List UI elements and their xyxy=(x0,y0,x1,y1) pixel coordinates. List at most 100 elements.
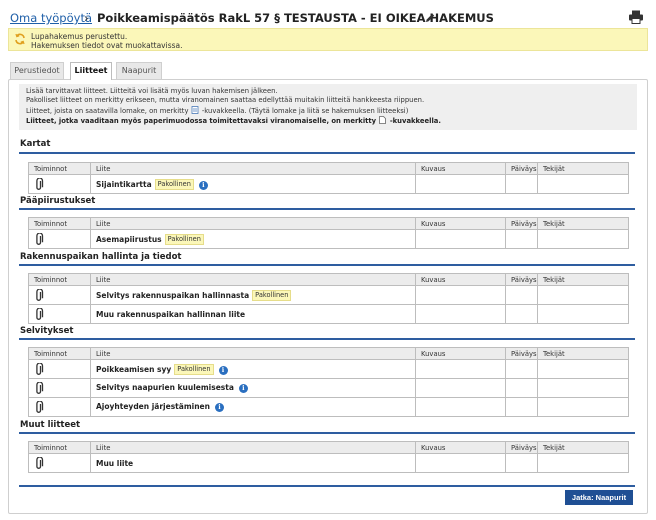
col-header-date: Päiväys xyxy=(505,273,538,286)
col-header-description: Kuvaus xyxy=(415,273,506,286)
attachment-name[interactable]: Poikkeamisen syy xyxy=(96,365,171,374)
info-icon[interactable]: i xyxy=(214,403,224,412)
attachment-name[interactable]: Ajoyhteyden järjestäminen xyxy=(96,402,210,411)
required-badge: Pakollinen xyxy=(164,233,204,245)
breadcrumb-separator: › xyxy=(84,11,89,25)
attachment-cell: Ajoyhteyden järjestäminen i xyxy=(90,397,416,417)
col-header-actions: Toiminnot xyxy=(28,217,91,230)
section-divider xyxy=(19,152,635,154)
col-header-attachment: Liite xyxy=(90,273,416,286)
date-cell xyxy=(505,229,538,249)
attachments-table-paapiirustukset: Toiminnot Liite Kuvaus Päiväys Tekijät A… xyxy=(28,217,629,249)
attachment-name[interactable]: Muu rakennuspaikan hallinnan liite xyxy=(96,310,245,319)
col-header-date: Päiväys xyxy=(505,347,538,360)
instruction-line-1: Lisää tarvittavat liitteet. Liitteitä vo… xyxy=(26,87,278,95)
tab-liitteet[interactable]: Liitteet xyxy=(70,62,112,80)
col-header-date: Päiväys xyxy=(505,162,538,175)
paperclip-icon[interactable] xyxy=(34,381,44,395)
col-header-author: Tekijät xyxy=(537,162,629,175)
attachments-table-kartat: Toiminnot Liite Kuvaus Päiväys Tekijät S… xyxy=(28,162,629,194)
date-cell xyxy=(505,397,538,417)
section-divider xyxy=(19,432,635,434)
attachment-name[interactable]: Muu liite xyxy=(96,459,133,468)
author-cell xyxy=(537,174,629,194)
attachment-name[interactable]: Asemapiirustus xyxy=(96,235,162,244)
col-header-actions: Toiminnot xyxy=(28,347,91,360)
attachments-table-muut: Toiminnot Liite Kuvaus Päiväys Tekijät M… xyxy=(28,441,629,473)
tab-perustiedot[interactable]: Perustiedot xyxy=(10,62,64,79)
page-header: Oma työpöytä › Poikkeamispäätös RakL 57 … xyxy=(10,8,646,28)
table-header-row: Toiminnot Liite Kuvaus Päiväys Tekijät xyxy=(28,273,629,286)
refresh-icon xyxy=(15,33,25,45)
tab-naapurit[interactable]: Naapurit xyxy=(116,62,162,79)
instructions-box: Lisää tarvittavat liitteet. Liitteitä vo… xyxy=(19,84,637,130)
table-row: Poikkeamisen syy Pakollinen i xyxy=(28,359,629,379)
instruction-line-2: Pakolliset liitteet on merkitty erikseen… xyxy=(26,96,425,105)
col-header-attachment: Liite xyxy=(90,162,416,175)
col-header-description: Kuvaus xyxy=(415,347,506,360)
section-title-paapiirustukset: Pääpiirustukset xyxy=(20,196,96,206)
paperclip-icon[interactable] xyxy=(34,362,44,376)
col-header-attachment: Liite xyxy=(90,441,416,454)
author-cell xyxy=(537,453,629,473)
table-header-row: Toiminnot Liite Kuvaus Päiväys Tekijät xyxy=(28,347,629,360)
col-header-author: Tekijät xyxy=(537,441,629,454)
table-row: Muu rakennuspaikan hallinnan liite xyxy=(28,304,629,324)
col-header-date: Päiväys xyxy=(505,217,538,230)
description-cell xyxy=(415,359,506,379)
author-cell xyxy=(537,304,629,324)
attachments-table-selvitykset: Toiminnot Liite Kuvaus Päiväys Tekijät P… xyxy=(28,347,629,417)
paperclip-icon[interactable] xyxy=(34,400,44,414)
table-row: Ajoyhteyden järjestäminen i xyxy=(28,397,629,417)
required-badge: Pakollinen xyxy=(154,178,194,190)
author-cell xyxy=(537,397,629,417)
attachment-cell: Poikkeamisen syy Pakollinen i xyxy=(90,359,416,379)
attachment-cell: Muu rakennuspaikan hallinnan liite xyxy=(90,304,416,324)
date-cell xyxy=(505,285,538,305)
col-header-actions: Toiminnot xyxy=(28,162,91,175)
paperclip-icon[interactable] xyxy=(34,177,44,191)
col-header-actions: Toiminnot xyxy=(28,441,91,454)
info-icon[interactable]: i xyxy=(198,180,208,190)
table-row: Sijaintikartta Pakollinen i xyxy=(28,174,629,194)
attachment-name[interactable]: Selvitys naapurien kuulemisesta xyxy=(96,383,234,392)
printer-icon[interactable] xyxy=(628,10,644,24)
attachments-table-rakennuspaikka: Toiminnot Liite Kuvaus Päiväys Tekijät S… xyxy=(28,273,629,324)
author-cell xyxy=(537,359,629,379)
info-icon[interactable]: i xyxy=(238,384,248,393)
section-divider xyxy=(19,338,635,340)
col-header-author: Tekijät xyxy=(537,273,629,286)
attachment-name[interactable]: Selvitys rakennuspaikan hallinnasta xyxy=(96,291,249,300)
attachment-cell: Muu liite xyxy=(90,453,416,473)
pencil-icon[interactable] xyxy=(424,12,436,24)
author-cell xyxy=(537,378,629,398)
table-row: Selvitys rakennuspaikan hallinnasta Pakol… xyxy=(28,285,629,305)
paperclip-icon[interactable] xyxy=(34,288,44,302)
attachment-cell: Sijaintikartta Pakollinen i xyxy=(90,174,416,194)
paperclip-icon[interactable] xyxy=(34,307,44,321)
breadcrumb-home-link[interactable]: Oma työpöytä xyxy=(10,11,92,25)
author-cell xyxy=(537,229,629,249)
description-cell xyxy=(415,453,506,473)
date-cell xyxy=(505,174,538,194)
next-naapurit-button[interactable]: Jatka: Naapurit xyxy=(565,490,633,505)
description-cell xyxy=(415,397,506,417)
section-title-selvitykset: Selvitykset xyxy=(20,326,74,336)
attachment-cell: Asemapiirustus Pakollinen xyxy=(90,229,416,249)
section-title-rakennuspaikka: Rakennuspaikan hallinta ja tiedot xyxy=(20,252,182,262)
section-title-muut-liitteet: Muut liitteet xyxy=(20,420,81,430)
table-row: Selvitys naapurien kuulemisesta i xyxy=(28,378,629,398)
document-icon xyxy=(379,115,387,124)
info-icon[interactable]: i xyxy=(218,365,228,375)
paperclip-icon[interactable] xyxy=(34,232,44,246)
form-icon xyxy=(191,105,199,114)
required-badge: Pakollinen xyxy=(252,289,292,301)
table-header-row: Toiminnot Liite Kuvaus Päiväys Tekijät xyxy=(28,441,629,454)
col-header-attachment: Liite xyxy=(90,217,416,230)
attachment-name[interactable]: Sijaintikartta xyxy=(96,180,152,189)
paperclip-icon[interactable] xyxy=(34,456,44,470)
col-header-description: Kuvaus xyxy=(415,162,506,175)
col-header-author: Tekijät xyxy=(537,347,629,360)
col-header-author: Tekijät xyxy=(537,217,629,230)
instruction-line-3: Liitteet, joista on saatavilla lomake, o… xyxy=(26,105,409,115)
